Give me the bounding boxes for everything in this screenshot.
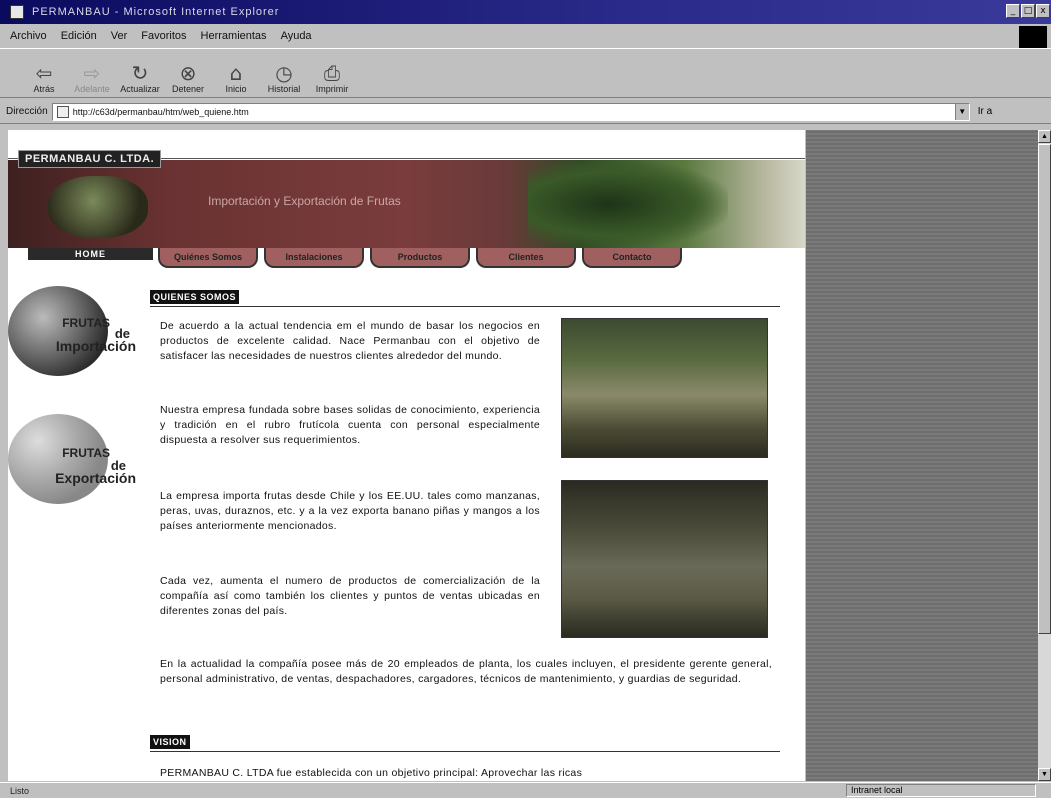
menu-ayuda[interactable]: Ayuda xyxy=(281,30,312,42)
section-heading-quienes-somos: QUIENES SOMOS xyxy=(150,290,240,304)
farm-field-photo xyxy=(561,480,768,638)
vertical-scrollbar[interactable]: ▲ ▼ xyxy=(1038,130,1051,781)
site-banner: Importación y Exportación de Frutas xyxy=(8,160,805,248)
forward-button[interactable]: ⇨ Adelante xyxy=(68,51,116,97)
window-title: PERMANBAU - Microsoft Internet Explorer xyxy=(32,6,280,18)
scroll-thumb[interactable] xyxy=(1038,144,1051,634)
nav-contacto[interactable]: Contacto xyxy=(582,248,682,268)
address-input[interactable]: http://c63d/permanbau/htm/web_quiene.htm… xyxy=(51,102,970,121)
address-bar: Dirección http://c63d/permanbau/htm/web_… xyxy=(0,100,1051,124)
globe-logo-icon xyxy=(48,176,148,238)
print-label: Imprimir xyxy=(315,84,349,94)
brand-badge-wrap: PERMANBAU C. LTDA. xyxy=(18,150,162,173)
address-label: Dirección xyxy=(6,106,48,117)
section-divider xyxy=(150,306,780,307)
forward-arrow-icon: ⇨ xyxy=(83,61,101,85)
nav-clientes[interactable]: Clientes xyxy=(476,248,576,268)
paragraph-3: La empresa importa frutas desde Chile y … xyxy=(160,490,540,532)
back-arrow-icon: ⇦ xyxy=(35,61,53,85)
paragraph-vision: PERMANBAU C. LTDA fue establecida con un… xyxy=(160,767,583,779)
scroll-down-arrow-icon[interactable]: ▼ xyxy=(1038,768,1051,781)
print-icon: ⎙ xyxy=(324,61,340,85)
banana-plantation-photo xyxy=(561,318,768,458)
maximize-button[interactable]: □ xyxy=(1021,4,1035,18)
page-icon xyxy=(56,105,69,118)
history-label: Historial xyxy=(267,84,301,94)
status-text: Listo xyxy=(10,785,30,796)
paragraph-1: De acuerdo a la actual tendencia em el m… xyxy=(160,320,540,362)
browser-window: PERMANBAU - Microsoft Internet Explorer … xyxy=(0,0,1051,798)
back-label: Atrás xyxy=(33,84,55,94)
paragraph-2: Nuestra empresa fundada sobre bases soli… xyxy=(160,404,540,446)
close-button[interactable]: x xyxy=(1036,4,1050,18)
refresh-icon: ↻ xyxy=(131,61,149,85)
scroll-up-arrow-icon[interactable]: ▲ xyxy=(1038,130,1051,143)
site-nav: HOME Quiénes Somos Instalaciones Product… xyxy=(8,248,805,272)
page-viewport: Importación y Exportación de Frutas PERM… xyxy=(8,130,805,781)
export-line1: FRUTAS xyxy=(62,446,110,460)
status-bar: Listo Intranet local xyxy=(0,782,1051,798)
frutas-importacion-link[interactable]: FRUTAS de Importación xyxy=(8,280,148,380)
nav-quienes-somos[interactable]: Quiénes Somos xyxy=(158,248,258,268)
nav-productos[interactable]: Productos xyxy=(370,248,470,268)
refresh-label: Actualizar xyxy=(120,84,160,94)
ie-app-icon[interactable] xyxy=(10,5,24,19)
security-zone: Intranet local xyxy=(846,784,1036,797)
right-frame xyxy=(806,130,1038,781)
address-url: http://c63d/permanbau/htm/web_quiene.htm xyxy=(72,106,249,117)
menu-archivo[interactable]: Archivo xyxy=(10,30,47,42)
paragraph-4: Cada vez, aumenta el numero de productos… xyxy=(160,575,540,617)
history-icon: ◷ xyxy=(275,61,293,85)
paragraph-5: En la actualidad la compañía posee más d… xyxy=(160,658,772,685)
section-divider xyxy=(150,751,780,752)
menu-favoritos[interactable]: Favoritos xyxy=(141,30,186,42)
menu-bar: Archivo Edición Ver Favoritos Herramient… xyxy=(0,26,1051,48)
title-bar: PERMANBAU - Microsoft Internet Explorer … xyxy=(0,0,1051,24)
forward-label: Adelante xyxy=(74,84,110,94)
nav-home[interactable]: HOME xyxy=(28,248,153,260)
frutas-exportacion-link[interactable]: FRUTAS de Exportación xyxy=(8,408,148,508)
stop-button[interactable]: ⊗ Detener xyxy=(164,51,212,97)
home-label: Inicio xyxy=(225,84,247,94)
import-line3: Importación xyxy=(55,338,136,354)
address-dropdown-button[interactable]: ▼ xyxy=(954,103,969,120)
section-heading-vision: VISION xyxy=(150,735,190,749)
fruit-ball-icon xyxy=(8,286,108,376)
ie-throbber-icon xyxy=(1019,26,1047,48)
export-line3: Exportación xyxy=(55,470,136,486)
brand-badge: PERMANBAU C. LTDA. xyxy=(18,150,162,168)
back-button[interactable]: ⇦ Atrás xyxy=(20,51,68,97)
banner-tagline: Importación y Exportación de Frutas xyxy=(208,194,401,208)
nav-instalaciones[interactable]: Instalaciones xyxy=(264,248,364,268)
refresh-button[interactable]: ↻ Actualizar xyxy=(116,51,164,97)
stop-label: Detener xyxy=(171,84,205,94)
import-line1: FRUTAS xyxy=(62,316,110,330)
minimize-button[interactable]: _ xyxy=(1006,4,1020,18)
stop-icon: ⊗ xyxy=(179,61,197,85)
print-button[interactable]: ⎙ Imprimir xyxy=(308,51,356,97)
home-icon: ⌂ xyxy=(229,61,243,85)
menu-edicion[interactable]: Edición xyxy=(61,30,97,42)
home-button[interactable]: ⌂ Inicio xyxy=(212,51,260,97)
standard-toolbar: ⇦ Atrás ⇨ Adelante ↻ Actualizar ⊗ Detene… xyxy=(0,48,1051,98)
banner-photo xyxy=(528,160,728,248)
history-button[interactable]: ◷ Historial xyxy=(260,51,308,97)
go-button[interactable]: Ir a xyxy=(978,106,992,117)
menu-herramientas[interactable]: Herramientas xyxy=(201,30,267,42)
menu-ver[interactable]: Ver xyxy=(111,30,128,42)
